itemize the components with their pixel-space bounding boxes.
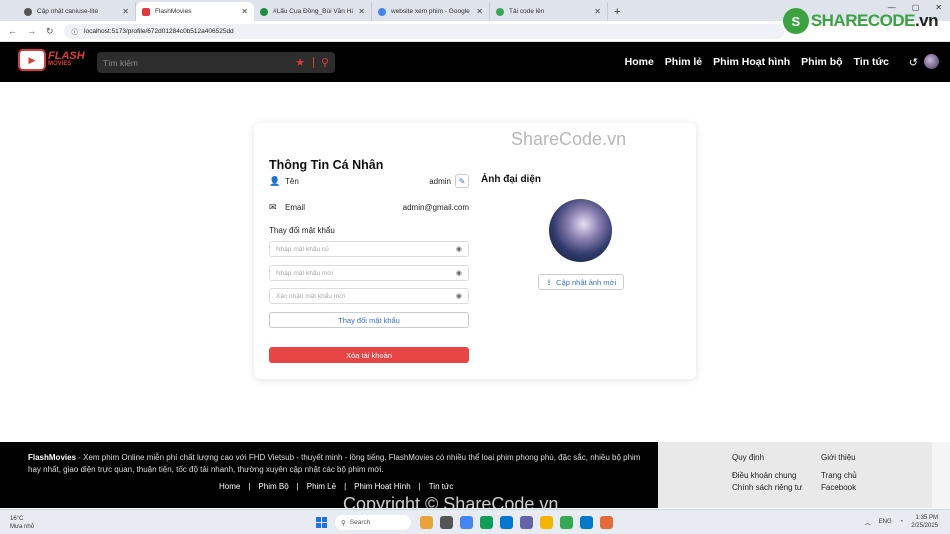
menu-home[interactable]: Home [625,56,654,68]
footer-link-home[interactable]: Home [219,482,240,491]
user-avatar[interactable] [924,54,939,69]
sharecode-logo-icon: S [782,8,809,34]
footer-col-gioi-thieu: Giới thiệu Trang chủ Facebook [821,453,857,494]
windows-start-icon[interactable] [316,517,327,528]
footer-col-quy-dinh: Quy định Điều khoản chung Chính sách riê… [732,453,803,494]
eye-off-icon[interactable]: ◉ [456,245,462,253]
avatar-title: Ảnh đại diện [481,174,541,185]
close-icon[interactable]: ✕ [358,7,365,16]
old-password-field[interactable]: Nhập mật khẩu cũ ◉ [269,241,469,257]
tv-icon: ▶ [18,49,46,71]
weather-widget[interactable]: 16°C Mưa nhỏ [10,515,34,531]
close-icon[interactable]: ✕ [594,7,601,16]
browser-tab[interactable]: website xem phim - Google Dr ✕ [372,2,490,21]
site-logo[interactable]: ▶ FLASH MOVIES [18,49,85,71]
footer-link-chinh-sach[interactable]: Chính sách riêng tư [732,482,802,494]
watermark: ShareCode.vn [511,129,627,149]
menu-phim-le[interactable]: Phim lẻ [665,56,702,68]
footer-link-trang-chu[interactable]: Trang chủ [821,470,857,482]
email-value: admin@gmail.com [402,203,469,212]
tab-favicon-icon [496,7,504,16]
edge-icon[interactable] [480,516,493,529]
wifi-icon[interactable]: ◔ [900,519,904,525]
taskbar-apps [420,516,613,529]
reload-icon[interactable]: ↻ [46,26,54,37]
eye-off-icon[interactable]: ◉ [456,269,462,277]
browser-tab[interactable]: Cập nhật caniuse-lite ✕ [18,2,136,21]
taskbar-search[interactable]: ⚲ Search [335,515,411,530]
xampp-icon[interactable] [600,516,613,529]
email-row: ✉ Email admin@gmail.com [269,202,469,212]
tab-favicon-icon [142,7,150,16]
tab-favicon-icon [24,7,32,16]
search-icon[interactable]: ⚲ [321,56,329,69]
user-icon: 👤 [269,175,281,186]
app-icon[interactable] [500,516,513,529]
site-header: ▶ FLASH MOVIES Tìm kiếm ★ ⚲ Home Phim lẻ… [0,42,950,82]
app-icon[interactable] [420,516,433,529]
chrome-icon[interactable] [460,516,473,529]
folder-icon[interactable] [540,516,553,529]
profile-avatar [549,199,612,262]
clock[interactable]: 1:35 PM 2/25/2025 [911,514,938,530]
footer-link-facebook[interactable]: Facebook [821,482,857,494]
password-section-label: Thay đổi mật khẩu [269,226,335,235]
delete-account-button[interactable]: Xóa tài khoản [269,347,469,363]
mail-icon: ✉ [269,202,277,212]
history-icon[interactable]: ↺ [909,56,918,69]
change-password-button[interactable]: Thay đổi mật khẩu [269,312,469,328]
main-menu: Home Phim lẻ Phim Hoạt hình Phim bộ Tin … [625,56,889,68]
search-bar[interactable]: Tìm kiếm ★ ⚲ [97,52,335,73]
close-icon[interactable]: ✕ [476,7,483,16]
star-icon[interactable]: ★ [295,56,305,69]
sharecode-logo: S SHARECODE.vn [782,8,939,34]
new-tab-icon[interactable]: + [614,6,620,18]
teams-icon[interactable] [520,516,533,529]
upload-icon: ⇪ [545,277,553,287]
footer-link-dieu-khoan[interactable]: Điều khoản chung [732,470,802,482]
menu-tin-tuc[interactable]: Tin tức [854,56,889,68]
footer-link-phim-le[interactable]: Phim Lẻ [307,482,336,491]
site-info-icon[interactable]: ⓘ [72,26,79,36]
name-value: admin [429,176,451,186]
new-password-field[interactable]: Nhập mật khẩu mới ◉ [269,265,469,281]
app-icon[interactable] [440,516,453,529]
menu-phim-hoat-hinh[interactable]: Phim Hoạt hình [713,56,790,68]
footer-link-phim-hoat-hinh[interactable]: Phim Hoạt Hình [354,482,410,491]
vscode-icon[interactable] [580,516,593,529]
search-icon: ⚲ [341,519,346,527]
app-icon[interactable] [560,516,573,529]
url-field[interactable]: ⓘ localhost:5173/profile/672d01284c0b512… [63,23,784,39]
footer-links: Home | Phim Bộ | Phim Lẻ | Phim Hoạt Hìn… [219,482,454,491]
confirm-password-field[interactable]: Xác nhận mật khẩu mới ◉ [269,288,469,304]
browser-tab[interactable]: #Lẩu Cua Đồng_Bùi Văn Hải_Fi✕ [254,2,372,21]
pencil-icon: ✎ [458,176,466,186]
footer-link-phim-bo[interactable]: Phim Bộ [258,482,288,491]
footer-link-tin-tuc[interactable]: Tin tức [429,482,454,491]
system-tray: ︿ ENG ◔ 1:35 PM 2/25/2025 [864,514,938,530]
close-icon[interactable]: ✕ [241,7,248,16]
forward-icon[interactable]: → [27,26,36,36]
page-title: Thông Tin Cá Nhân [269,158,384,172]
eye-off-icon[interactable]: ◉ [456,292,462,300]
browser-tab-active[interactable]: FlashMovies ✕ [136,2,254,21]
scrollbar[interactable] [932,442,950,508]
divider [312,57,314,68]
chevron-up-icon[interactable]: ︿ [865,518,871,527]
windows-taskbar: 16°C Mưa nhỏ ⚲ Search ︿ ENG ◔ 1:35 PM 2/… [0,509,950,534]
update-avatar-button[interactable]: ⇪ Cập nhật ảnh mới [538,274,624,290]
tab-favicon-icon [378,7,386,16]
back-icon[interactable]: ← [8,26,17,36]
footer-description: FlashMovies - Xem phim Online miễn phí c… [28,453,641,474]
name-row: 👤 Tên admin ✎ [269,174,469,188]
search-input[interactable]: Tìm kiếm [103,58,295,68]
tab-favicon-icon [260,7,268,16]
close-icon[interactable]: ✕ [122,7,129,16]
edit-name-button[interactable]: ✎ [455,174,469,188]
menu-phim-bo[interactable]: Phim bộ [801,56,842,68]
browser-tab[interactable]: Tải code lên ✕ [490,2,608,21]
